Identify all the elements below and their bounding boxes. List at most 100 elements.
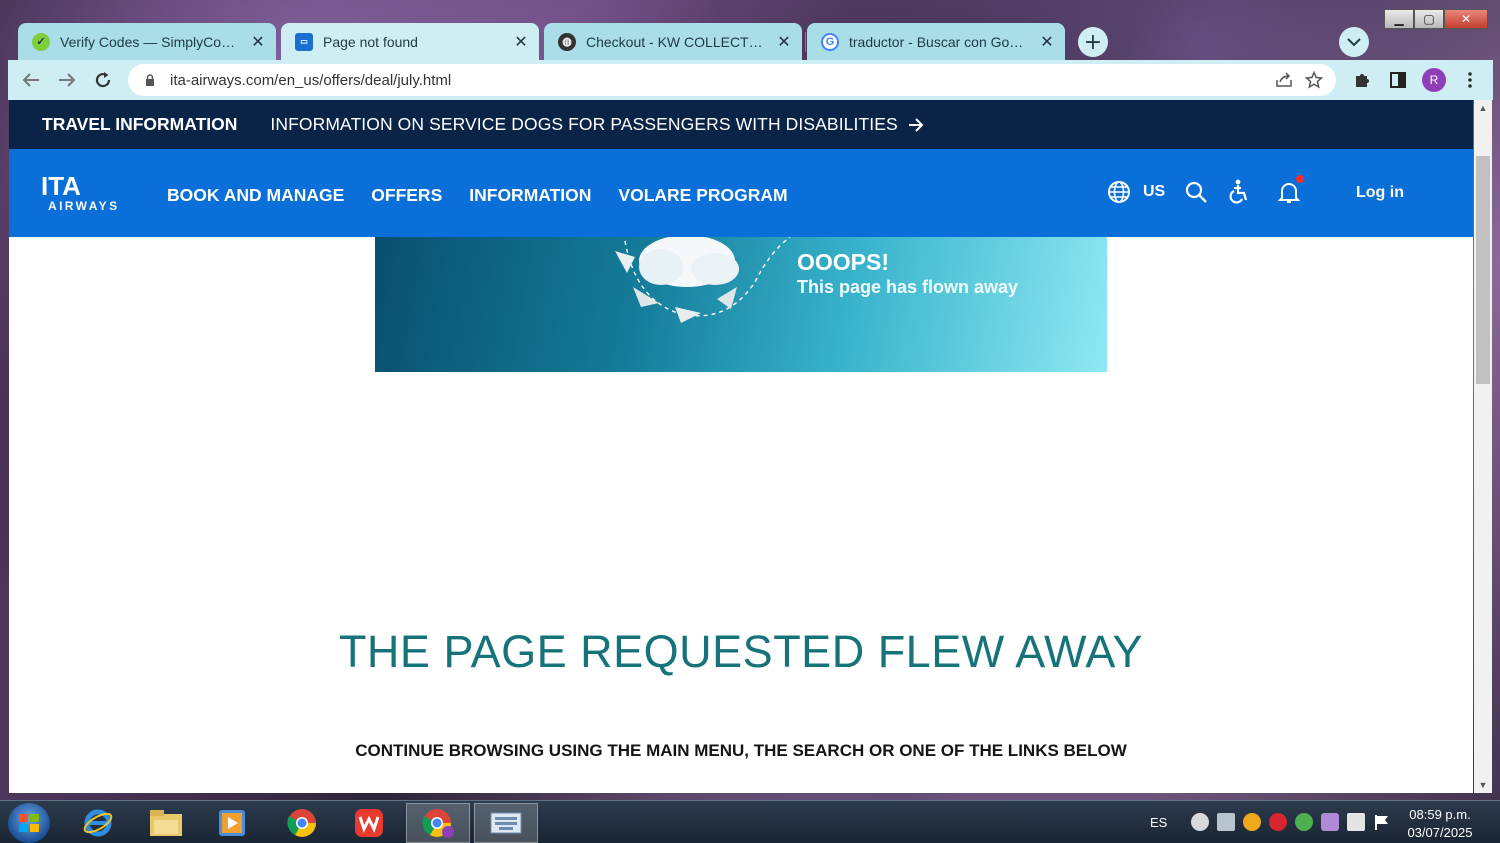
input-language[interactable]: ES [1150, 815, 1167, 830]
page-subtitle: CONTINUE BROWSING USING THE MAIN MENU, T… [355, 741, 1127, 760]
more-menu-icon[interactable] [1456, 64, 1484, 96]
maximize-button[interactable]: ▢ [1414, 9, 1444, 29]
media-player-taskbar-app[interactable] [200, 803, 264, 843]
accessibility-button[interactable] [1226, 179, 1250, 205]
nav-utilities: US [1107, 175, 1305, 205]
forward-button[interactable] [50, 63, 84, 97]
internet-explorer-icon [83, 809, 113, 837]
search-icon [1186, 181, 1208, 203]
nav-book-and-manage[interactable]: BOOK AND MANAGE [167, 185, 344, 206]
browser-window: ✓ Verify Codes — SimplyCodes ✕ ▭ Page no… [8, 18, 1493, 793]
url-text[interactable]: ita-airways.com/en_us/offers/deal/july.h… [170, 72, 1264, 89]
globe-icon: ◍ [558, 32, 576, 51]
login-link[interactable]: Log in [1356, 184, 1404, 202]
travel-info-bar: TRAVEL INFORMATION INFORMATION ON SERVIC… [9, 100, 1473, 149]
chrome-profile-taskbar-app[interactable] [406, 803, 470, 843]
main-navigation: ITA AIRWAYS BOOK AND MANAGE OFFERS INFOR… [9, 149, 1473, 237]
tab-divider [805, 32, 806, 52]
error-banner: OOOPS! This page has flown away [375, 237, 1107, 372]
scroll-up-icon[interactable]: ▲ [1474, 100, 1492, 116]
scroll-down-icon[interactable]: ▼ [1474, 777, 1492, 793]
svg-text:AIRWAYS: AIRWAYS [48, 199, 120, 213]
window-controls: ▁ ▢ ✕ [1384, 9, 1488, 29]
nav-information[interactable]: INFORMATION [469, 185, 591, 206]
windows-taskbar: ES 08:59 p.m. 03/07/2025 [0, 800, 1500, 843]
new-tab-button[interactable]: + [1078, 27, 1108, 57]
travel-info-title[interactable]: TRAVEL INFORMATION [42, 114, 237, 135]
tab-page-not-found[interactable]: ▭ Page not found ✕ [281, 23, 539, 60]
wps-office-icon [355, 809, 383, 837]
scrollbar-thumb[interactable] [1476, 156, 1490, 384]
back-button[interactable] [14, 63, 48, 97]
side-panel-icon[interactable] [1384, 64, 1412, 96]
service-dogs-link-text: INFORMATION ON SERVICE DOGS FOR PASSENGE… [270, 114, 898, 134]
address-bar[interactable]: ita-airways.com/en_us/offers/deal/july.h… [128, 64, 1336, 96]
google-icon: G [821, 32, 839, 51]
nav-offers[interactable]: OFFERS [371, 185, 442, 206]
check-icon: ✓ [32, 32, 50, 51]
bookmark-star-icon[interactable] [1304, 70, 1324, 90]
cloud-paper-planes-illustration [615, 237, 791, 323]
windows-logo-icon [19, 814, 39, 832]
extensions-puzzle-icon[interactable] [1348, 64, 1376, 96]
arrow-right-icon [59, 73, 76, 87]
chrome-taskbar-app[interactable] [270, 803, 334, 843]
system-clock[interactable]: 08:59 p.m. 03/07/2025 [1400, 806, 1480, 842]
notifications-button[interactable] [1278, 175, 1305, 204]
chrome-profile-icon [422, 809, 454, 838]
close-icon[interactable]: ✕ [513, 32, 529, 51]
language-selector[interactable]: US [1107, 180, 1165, 204]
toolbar-actions: R [1348, 64, 1484, 96]
clock-date: 03/07/2025 [1407, 825, 1473, 840]
close-icon[interactable]: ✕ [776, 32, 792, 51]
nav-volare-program[interactable]: VOLARE PROGRAM [618, 185, 787, 206]
keyboard-icon [490, 812, 522, 834]
wps-office-taskbar-app[interactable] [337, 803, 401, 843]
action-center-flag-icon[interactable] [1373, 813, 1391, 831]
chevron-down-icon [1347, 38, 1361, 47]
backup-app-icon[interactable] [1243, 813, 1262, 831]
opera-icon[interactable] [1269, 813, 1288, 831]
page-title: THE PAGE REQUESTED FLEW AWAY [338, 626, 1144, 677]
usb-device-icon[interactable] [1347, 813, 1366, 831]
search-button[interactable] [1184, 180, 1208, 204]
banner-title: OOOPS! [797, 249, 890, 275]
globe-icon [1108, 181, 1130, 203]
page-scrollbar[interactable]: ▲ ▼ [1474, 100, 1492, 793]
close-window-button[interactable]: ✕ [1444, 9, 1488, 29]
system-tray: ES [1150, 813, 1391, 831]
internet-explorer-taskbar-app[interactable] [66, 803, 130, 843]
reload-button[interactable] [86, 63, 120, 97]
notification-dot [1296, 175, 1305, 183]
profile-button[interactable]: R [1420, 64, 1448, 96]
tab-simplycodes[interactable]: ✓ Verify Codes — SimplyCodes ✕ [18, 23, 276, 60]
start-button[interactable] [8, 803, 50, 843]
arrow-left-icon [22, 73, 39, 87]
media-player-icon [219, 810, 245, 836]
file-explorer-taskbar-app[interactable] [134, 803, 198, 843]
service-dogs-link[interactable]: INFORMATION ON SERVICE DOGS FOR PASSENGE… [270, 114, 924, 135]
bell-icon [1278, 183, 1301, 203]
ita-favicon-icon: ▭ [295, 32, 313, 51]
close-icon[interactable]: ✕ [250, 32, 266, 51]
close-icon[interactable]: ✕ [1039, 32, 1055, 51]
clock-time: 08:59 p.m. [1409, 807, 1471, 822]
svg-text:ITA: ITA [41, 173, 81, 201]
chrome-icon [287, 809, 316, 837]
minimize-button[interactable]: ▁ [1384, 9, 1414, 29]
tab-label: Checkout - KW COLLECTIONS [586, 33, 766, 50]
wheelchair-icon [1229, 179, 1248, 204]
page-viewport: TRAVEL INFORMATION INFORMATION ON SERVIC… [9, 100, 1473, 793]
tab-google[interactable]: G traductor - Buscar con Google ✕ [807, 23, 1065, 60]
update-icon[interactable] [1295, 813, 1314, 831]
tab-search-button[interactable] [1339, 27, 1369, 57]
on-screen-keyboard-taskbar-app[interactable] [474, 803, 538, 843]
tab-label: Page not found [323, 33, 418, 50]
share-icon[interactable] [1274, 70, 1294, 90]
volume-icon[interactable] [1217, 813, 1236, 831]
tab-label: Verify Codes — SimplyCodes [60, 33, 240, 50]
ita-airways-logo[interactable]: ITA AIRWAYS [41, 171, 131, 213]
pen-icon[interactable] [1321, 813, 1340, 831]
tab-checkout[interactable]: ◍ Checkout - KW COLLECTIONS ✕ [544, 23, 802, 60]
network-icon[interactable] [1191, 813, 1210, 831]
